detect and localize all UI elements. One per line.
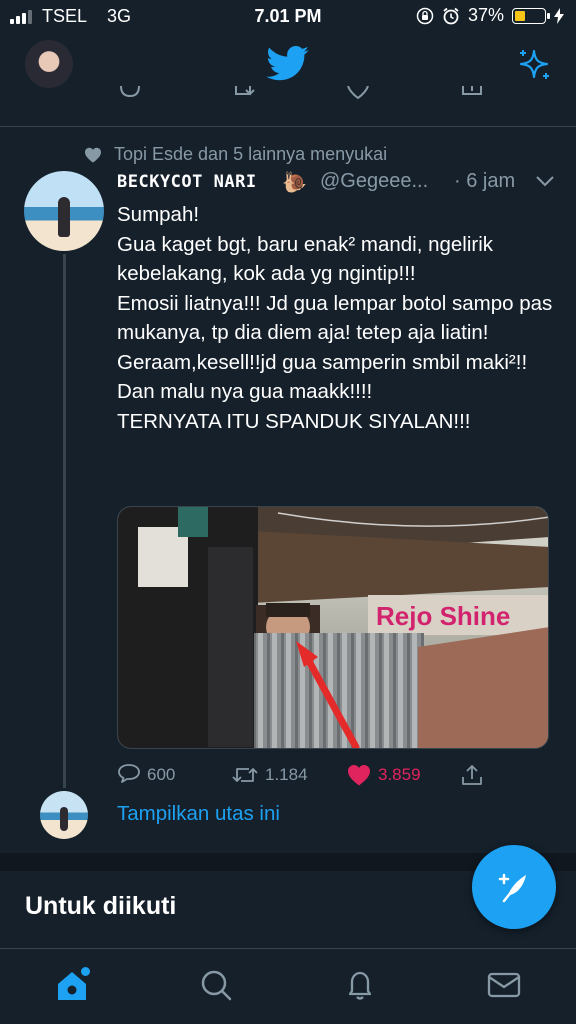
notification-dot bbox=[81, 967, 90, 976]
tweet-actions: 600 1.184 3.859 bbox=[117, 760, 567, 790]
like-count: 3.859 bbox=[378, 765, 421, 784]
tweet-timestamp[interactable]: · 6 jam bbox=[454, 170, 515, 193]
charging-bolt-icon bbox=[554, 7, 564, 24]
reply-button[interactable]: 600 bbox=[117, 760, 175, 790]
search-icon bbox=[201, 970, 232, 1001]
reply-icon bbox=[118, 764, 140, 783]
reply-count: 600 bbox=[147, 765, 176, 784]
social-context-label: Topi Esde dan 5 lainnya menyukai bbox=[114, 144, 388, 164]
author-avatar[interactable] bbox=[24, 171, 104, 251]
share-icon[interactable] bbox=[460, 86, 484, 106]
tab-search[interactable] bbox=[198, 967, 234, 1003]
tab-home[interactable] bbox=[54, 967, 90, 1003]
thread-line bbox=[63, 254, 66, 788]
twitter-bird-icon bbox=[266, 46, 309, 81]
tab-messages[interactable] bbox=[486, 967, 522, 1003]
previous-tweet-actions bbox=[0, 86, 576, 106]
retweet-icon bbox=[232, 768, 258, 782]
mail-icon bbox=[487, 972, 521, 998]
alarm-icon bbox=[443, 7, 459, 24]
battery-percent: 37% bbox=[467, 5, 504, 25]
tweet-text: Sumpah! Gua kaget bgt, baru enak² mandi,… bbox=[117, 203, 553, 433]
who-to-follow-heading: Untuk diikuti bbox=[25, 892, 177, 920]
bottom-tab-bar bbox=[0, 948, 576, 1024]
like-button[interactable]: 3.859 bbox=[346, 760, 421, 790]
like-icon[interactable] bbox=[346, 86, 370, 106]
retweet-icon[interactable] bbox=[232, 86, 256, 106]
profile-avatar[interactable] bbox=[25, 40, 73, 88]
thread-author-avatar[interactable] bbox=[40, 791, 88, 839]
photo-content: Rejo Shine bbox=[118, 507, 548, 748]
snail-emoji: 🐌 bbox=[282, 172, 307, 194]
sparkle-icon[interactable] bbox=[516, 46, 552, 82]
show-thread-link[interactable]: Tampilkan utas ini bbox=[117, 802, 280, 826]
heart-icon bbox=[85, 147, 101, 163]
bell-icon bbox=[348, 971, 372, 1000]
status-bar: TSEL 3G 7.01 PM 37% bbox=[0, 0, 576, 34]
compose-tweet-button[interactable] bbox=[472, 845, 556, 929]
tab-notifications[interactable] bbox=[342, 967, 378, 1003]
retweet-button[interactable]: 1.184 bbox=[231, 760, 308, 790]
author-name[interactable]: BECKYCOT NARI bbox=[117, 172, 257, 192]
retweet-count: 1.184 bbox=[265, 765, 308, 784]
author-handle[interactable]: @Gegeee... bbox=[320, 170, 428, 193]
svg-text:Rejo Shine: Rejo Shine bbox=[376, 601, 510, 631]
heart-filled-icon bbox=[348, 765, 370, 786]
share-icon bbox=[462, 765, 482, 785]
divider bbox=[0, 126, 576, 127]
tweet-photo[interactable]: Rejo Shine bbox=[117, 506, 549, 749]
compose-feather-icon bbox=[498, 873, 526, 903]
chevron-down-icon[interactable] bbox=[535, 174, 555, 188]
social-context[interactable]: Topi Esde dan 5 lainnya menyukai bbox=[84, 144, 387, 165]
tweet-header: BECKYCOT NARI 🐌 @Gegeee... · 6 jam bbox=[117, 170, 557, 198]
reply-icon[interactable] bbox=[118, 86, 142, 106]
battery-icon bbox=[512, 7, 550, 24]
orientation-lock-icon bbox=[416, 7, 434, 24]
share-button[interactable] bbox=[460, 760, 484, 790]
